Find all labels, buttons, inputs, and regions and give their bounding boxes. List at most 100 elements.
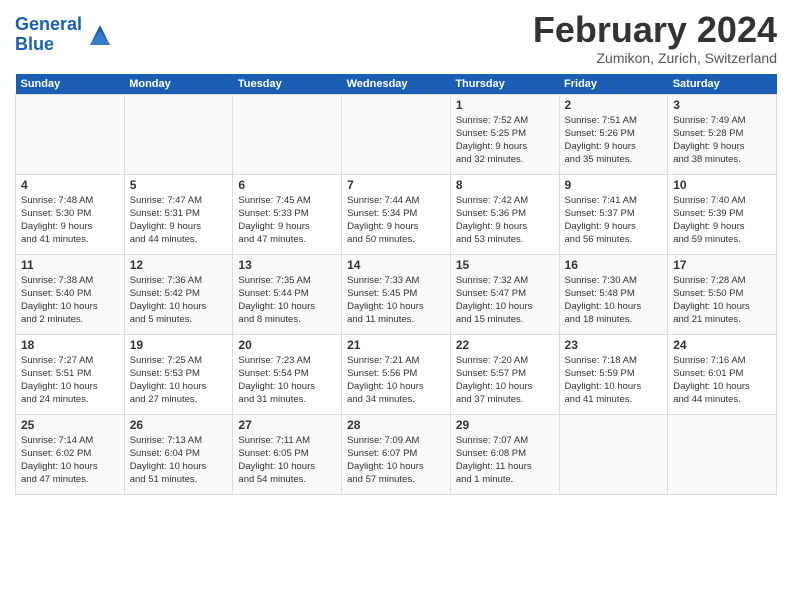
day-info: Sunrise: 7:52 AMSunset: 5:25 PMDaylight:… <box>456 114 554 167</box>
cell-w3-d5: 15 Sunrise: 7:32 AMSunset: 5:47 PMDayligh… <box>450 254 559 334</box>
logo-icon <box>86 21 114 49</box>
cell-w5-d5: 29 Sunrise: 7:07 AMSunset: 6:08 PMDayligh… <box>450 414 559 494</box>
day-number: 16 <box>565 258 663 272</box>
day-number: 5 <box>130 178 228 192</box>
cell-w4-d6: 23Sunrise: 7:18 AMSunset: 5:59 PMDayligh… <box>559 334 668 414</box>
cell-w1-d7: 3Sunrise: 7:49 AMSunset: 5:28 PMDaylight… <box>668 94 777 174</box>
day-number: 6 <box>238 178 336 192</box>
week-row-1: 1 Sunrise: 7:52 AMSunset: 5:25 PMDaylight… <box>16 94 777 174</box>
day-number: 26 <box>130 418 228 432</box>
cell-w1-d2 <box>124 94 233 174</box>
week-row-4: 18Sunrise: 7:27 AMSunset: 5:51 PMDayligh… <box>16 334 777 414</box>
cell-w1-d3 <box>233 94 342 174</box>
day-info: Sunrise: 7:44 AMSunset: 5:34 PMDaylight:… <box>347 194 445 247</box>
header-friday: Friday <box>559 74 668 95</box>
day-info: Sunrise: 7:16 AMSunset: 6:01 PMDaylight:… <box>673 354 771 407</box>
day-number: 15 <box>456 258 554 272</box>
day-number: 10 <box>673 178 771 192</box>
cell-w1-d1 <box>16 94 125 174</box>
day-number: 22 <box>456 338 554 352</box>
cell-w4-d5: 22 Sunrise: 7:20 AMSunset: 5:57 PMDayligh… <box>450 334 559 414</box>
cell-w5-d4: 28 Sunrise: 7:09 AMSunset: 6:07 PMDayligh… <box>342 414 451 494</box>
day-number: 14 <box>347 258 445 272</box>
day-info: Sunrise: 7:42 AMSunset: 5:36 PMDaylight:… <box>456 194 554 247</box>
day-number: 18 <box>21 338 119 352</box>
cell-w2-d1: 4 Sunrise: 7:48 AMSunset: 5:30 PMDaylight… <box>16 174 125 254</box>
cell-w4-d1: 18Sunrise: 7:27 AMSunset: 5:51 PMDayligh… <box>16 334 125 414</box>
cell-w3-d1: 11 Sunrise: 7:38 AMSunset: 5:40 PMDayligh… <box>16 254 125 334</box>
day-info: Sunrise: 7:36 AMSunset: 5:42 PMDaylight:… <box>130 274 228 327</box>
header-tuesday: Tuesday <box>233 74 342 95</box>
day-info: Sunrise: 7:49 AMSunset: 5:28 PMDaylight:… <box>673 114 771 167</box>
cell-w3-d7: 17Sunrise: 7:28 AMSunset: 5:50 PMDayligh… <box>668 254 777 334</box>
logo-text: General Blue <box>15 15 82 55</box>
location: Zumikon, Zurich, Switzerland <box>533 50 777 66</box>
cell-w2-d2: 5 Sunrise: 7:47 AMSunset: 5:31 PMDaylight… <box>124 174 233 254</box>
cell-w5-d1: 25 Sunrise: 7:14 AMSunset: 6:02 PMDayligh… <box>16 414 125 494</box>
day-info: Sunrise: 7:07 AMSunset: 6:08 PMDaylight:… <box>456 434 554 487</box>
day-info: Sunrise: 7:21 AMSunset: 5:56 PMDaylight:… <box>347 354 445 407</box>
calendar-table: Sunday Monday Tuesday Wednesday Thursday… <box>15 74 777 495</box>
day-number: 7 <box>347 178 445 192</box>
day-number: 23 <box>565 338 663 352</box>
day-info: Sunrise: 7:20 AMSunset: 5:57 PMDaylight:… <box>456 354 554 407</box>
day-info: Sunrise: 7:30 AMSunset: 5:48 PMDaylight:… <box>565 274 663 327</box>
day-info: Sunrise: 7:23 AMSunset: 5:54 PMDaylight:… <box>238 354 336 407</box>
logo-blue: Blue <box>15 34 54 54</box>
day-number: 13 <box>238 258 336 272</box>
header-monday: Monday <box>124 74 233 95</box>
cell-w3-d6: 16 Sunrise: 7:30 AMSunset: 5:48 PMDayligh… <box>559 254 668 334</box>
cell-w2-d4: 7 Sunrise: 7:44 AMSunset: 5:34 PMDaylight… <box>342 174 451 254</box>
day-info: Sunrise: 7:41 AMSunset: 5:37 PMDaylight:… <box>565 194 663 247</box>
logo: General Blue <box>15 15 114 55</box>
header-saturday: Saturday <box>668 74 777 95</box>
cell-w2-d7: 10 Sunrise: 7:40 AMSunset: 5:39 PMDayligh… <box>668 174 777 254</box>
day-number: 17 <box>673 258 771 272</box>
day-info: Sunrise: 7:25 AMSunset: 5:53 PMDaylight:… <box>130 354 228 407</box>
day-info: Sunrise: 7:13 AMSunset: 6:04 PMDaylight:… <box>130 434 228 487</box>
day-number: 1 <box>456 98 554 112</box>
cell-w5-d6 <box>559 414 668 494</box>
page-container: General Blue February 2024 Zumikon, Zuri… <box>0 0 792 500</box>
cell-w4-d3: 20 Sunrise: 7:23 AMSunset: 5:54 PMDayligh… <box>233 334 342 414</box>
cell-w3-d3: 13Sunrise: 7:35 AMSunset: 5:44 PMDayligh… <box>233 254 342 334</box>
day-info: Sunrise: 7:47 AMSunset: 5:31 PMDaylight:… <box>130 194 228 247</box>
day-number: 12 <box>130 258 228 272</box>
day-number: 11 <box>21 258 119 272</box>
day-info: Sunrise: 7:48 AMSunset: 5:30 PMDaylight:… <box>21 194 119 247</box>
day-number: 19 <box>130 338 228 352</box>
day-number: 21 <box>347 338 445 352</box>
day-info: Sunrise: 7:11 AMSunset: 6:05 PMDaylight:… <box>238 434 336 487</box>
week-row-3: 11 Sunrise: 7:38 AMSunset: 5:40 PMDayligh… <box>16 254 777 334</box>
cell-w1-d6: 2 Sunrise: 7:51 AMSunset: 5:26 PMDaylight… <box>559 94 668 174</box>
day-info: Sunrise: 7:51 AMSunset: 5:26 PMDaylight:… <box>565 114 663 167</box>
header-sunday: Sunday <box>16 74 125 95</box>
week-row-5: 25 Sunrise: 7:14 AMSunset: 6:02 PMDayligh… <box>16 414 777 494</box>
day-info: Sunrise: 7:45 AMSunset: 5:33 PMDaylight:… <box>238 194 336 247</box>
day-info: Sunrise: 7:40 AMSunset: 5:39 PMDaylight:… <box>673 194 771 247</box>
header-wednesday: Wednesday <box>342 74 451 95</box>
day-number: 20 <box>238 338 336 352</box>
day-number: 28 <box>347 418 445 432</box>
day-info: Sunrise: 7:33 AMSunset: 5:45 PMDaylight:… <box>347 274 445 327</box>
week-row-2: 4 Sunrise: 7:48 AMSunset: 5:30 PMDaylight… <box>16 174 777 254</box>
day-info: Sunrise: 7:14 AMSunset: 6:02 PMDaylight:… <box>21 434 119 487</box>
cell-w4-d2: 19 Sunrise: 7:25 AMSunset: 5:53 PMDayligh… <box>124 334 233 414</box>
day-number: 2 <box>565 98 663 112</box>
month-title: February 2024 <box>533 10 777 50</box>
cell-w3-d4: 14 Sunrise: 7:33 AMSunset: 5:45 PMDayligh… <box>342 254 451 334</box>
day-number: 29 <box>456 418 554 432</box>
day-number: 8 <box>456 178 554 192</box>
header: General Blue February 2024 Zumikon, Zuri… <box>15 10 777 66</box>
day-info: Sunrise: 7:32 AMSunset: 5:47 PMDaylight:… <box>456 274 554 327</box>
header-row: Sunday Monday Tuesday Wednesday Thursday… <box>16 74 777 95</box>
day-number: 25 <box>21 418 119 432</box>
cell-w5-d3: 27Sunrise: 7:11 AMSunset: 6:05 PMDayligh… <box>233 414 342 494</box>
day-info: Sunrise: 7:38 AMSunset: 5:40 PMDaylight:… <box>21 274 119 327</box>
day-number: 24 <box>673 338 771 352</box>
day-number: 4 <box>21 178 119 192</box>
title-section: February 2024 Zumikon, Zurich, Switzerla… <box>533 10 777 66</box>
logo-general: General <box>15 14 82 34</box>
cell-w2-d6: 9Sunrise: 7:41 AMSunset: 5:37 PMDaylight… <box>559 174 668 254</box>
day-info: Sunrise: 7:09 AMSunset: 6:07 PMDaylight:… <box>347 434 445 487</box>
